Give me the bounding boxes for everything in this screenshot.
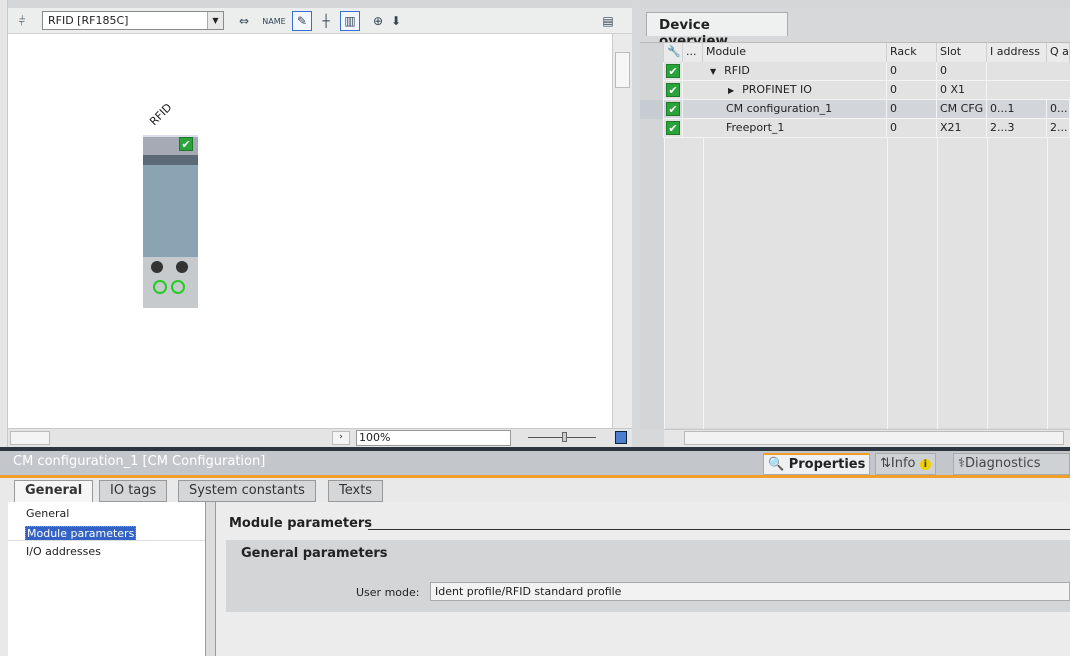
top-strip: [0, 0, 1070, 8]
properties-icon[interactable]: ▤: [598, 11, 618, 31]
nav-general[interactable]: General: [26, 507, 69, 520]
chevron-down-icon[interactable]: ▼: [207, 12, 223, 29]
inspector-title: CM configuration_1 [CM Configuration]: [13, 454, 266, 469]
zoom-select[interactable]: 100%: [356, 430, 511, 446]
diagnostics-column-icon: 🔧: [664, 43, 683, 62]
rack: 0: [887, 119, 937, 138]
canvas-horizontal-scrollbar[interactable]: › 100%: [8, 428, 632, 447]
diagnostics-icon: ⚕: [958, 456, 966, 471]
show-names-icon[interactable]: NAME: [262, 11, 285, 31]
edit-view-icon[interactable]: ✎: [292, 11, 312, 31]
tab-label: Properties: [788, 457, 866, 472]
tab-io-tags[interactable]: IO tags: [99, 480, 168, 502]
table-row[interactable]: ✔ ▼ RFID 0 0: [640, 62, 1070, 81]
rack: 0: [887, 81, 937, 100]
grid-icon[interactable]: ┼: [316, 11, 336, 31]
nav-splitter[interactable]: [206, 502, 216, 656]
device-overview-table: 🔧 ... Module Rack Slot I address Q a ✔ ▼…: [640, 42, 1070, 429]
device-label: RFID: [147, 100, 175, 129]
tab-info[interactable]: ⇅Info i: [875, 453, 937, 475]
canvas-vertical-scrollbar[interactable]: [612, 34, 632, 428]
module-name: Freeport_1: [703, 119, 887, 138]
device-overview-panel: Device overview 🔧 ... Module Rack Slot I…: [640, 8, 1070, 447]
rfid-device-module[interactable]: ✔: [143, 135, 198, 308]
column-header-i-address[interactable]: I address: [987, 43, 1047, 62]
section-rule: [368, 529, 1070, 530]
module-name: RFID: [724, 64, 750, 77]
rack: 0: [887, 100, 937, 119]
table-row[interactable]: ✔ ▶ PROFINET IO 0 0 X1: [640, 81, 1070, 100]
left-edge: [0, 0, 8, 451]
tab-diagnostics[interactable]: ⚕Diagnostics: [953, 453, 1070, 475]
zoom-in-icon[interactable]: ⊕: [368, 11, 388, 31]
page-break-icon[interactable]: ▥: [340, 11, 360, 31]
status-ok-icon: ✔: [666, 83, 680, 97]
q-address: 2...: [1047, 119, 1070, 138]
overview-navigation-icon[interactable]: [615, 431, 627, 444]
expand-icon[interactable]: ▶: [728, 86, 734, 95]
tab-system-constants[interactable]: System constants: [178, 480, 316, 502]
module-name: PROFINET IO: [742, 83, 812, 96]
device-select-value: RFID [RF185C]: [48, 14, 129, 27]
properties-icon: 🔍: [768, 457, 785, 472]
device-canvas[interactable]: RFID ✔: [8, 34, 612, 428]
zoom-value: 100%: [359, 431, 391, 444]
table-row[interactable]: ✔ Freeport_1 0 X21 2...3 2...: [640, 119, 1070, 138]
status-ok-icon: ✔: [666, 64, 680, 78]
column-header-q-address[interactable]: Q a: [1047, 43, 1070, 62]
column-header[interactable]: ...: [683, 43, 703, 62]
section-title: Module parameters: [229, 516, 373, 531]
tab-properties[interactable]: 🔍 Properties: [763, 453, 871, 475]
device-view-toolbar: ⫩ RFID [RF185C] ▼ ⇔ NAME ✎ ┼ ▥ ⊕ ⬇ ▤: [8, 8, 632, 34]
status-ok-icon: ✔: [666, 102, 680, 116]
network-connect-icon[interactable]: ⫩: [12, 11, 32, 31]
collapse-icon[interactable]: ▼: [710, 67, 716, 76]
rack-view-icon[interactable]: ⇔: [234, 11, 254, 31]
nav-io-addresses[interactable]: I/O addresses: [26, 545, 101, 558]
i-address: 0...1: [987, 100, 1047, 119]
table-row-selected[interactable]: ✔ CM configuration_1 0 CM CFG 0...1 0...: [640, 100, 1070, 119]
panel-splitter[interactable]: [632, 0, 640, 447]
slot: 0: [937, 62, 987, 81]
slot: CM CFG: [937, 100, 987, 119]
inspector-nav: General Module parameters I/O addresses: [8, 502, 206, 656]
i-address: 2...3: [987, 119, 1047, 138]
rack: 0: [887, 62, 937, 81]
column-header-module[interactable]: Module: [703, 43, 887, 62]
group-title: General parameters: [241, 546, 388, 561]
user-mode-label: User mode:: [356, 586, 420, 599]
slot: 0 X1: [937, 81, 987, 100]
tab-device-overview[interactable]: Device overview: [646, 12, 788, 49]
tab-texts[interactable]: Texts: [328, 480, 384, 502]
column-header-slot[interactable]: Slot: [937, 43, 987, 62]
user-mode-field[interactable]: Ident profile/RFID standard profile: [430, 582, 1070, 601]
status-ok-icon: ✔: [666, 121, 680, 135]
slot: X21: [937, 119, 987, 138]
status-ok-icon: ✔: [179, 137, 193, 151]
scroll-right-icon[interactable]: ›: [332, 431, 350, 445]
module-name: CM configuration_1: [703, 100, 887, 119]
q-address: 0...: [1047, 100, 1070, 119]
tab-label: Diagnostics: [965, 456, 1041, 471]
table-horizontal-scrollbar[interactable]: [664, 429, 1070, 447]
info-badge-icon: i: [919, 459, 932, 470]
inspector-content: Module parameters General parameters Use…: [216, 502, 1070, 656]
device-select[interactable]: RFID [RF185C] ▼: [42, 11, 224, 30]
nav-module-parameters[interactable]: Module parameters: [25, 526, 137, 541]
tab-general[interactable]: General: [14, 480, 94, 503]
general-parameters-group: General parameters User mode: Ident prof…: [226, 540, 1070, 612]
column-header-rack[interactable]: Rack: [887, 43, 937, 62]
tab-label: Info: [890, 456, 916, 471]
download-icon[interactable]: ⬇: [386, 11, 406, 31]
zoom-slider-handle[interactable]: [562, 432, 567, 442]
info-tab-icon: ⇅: [880, 456, 891, 471]
